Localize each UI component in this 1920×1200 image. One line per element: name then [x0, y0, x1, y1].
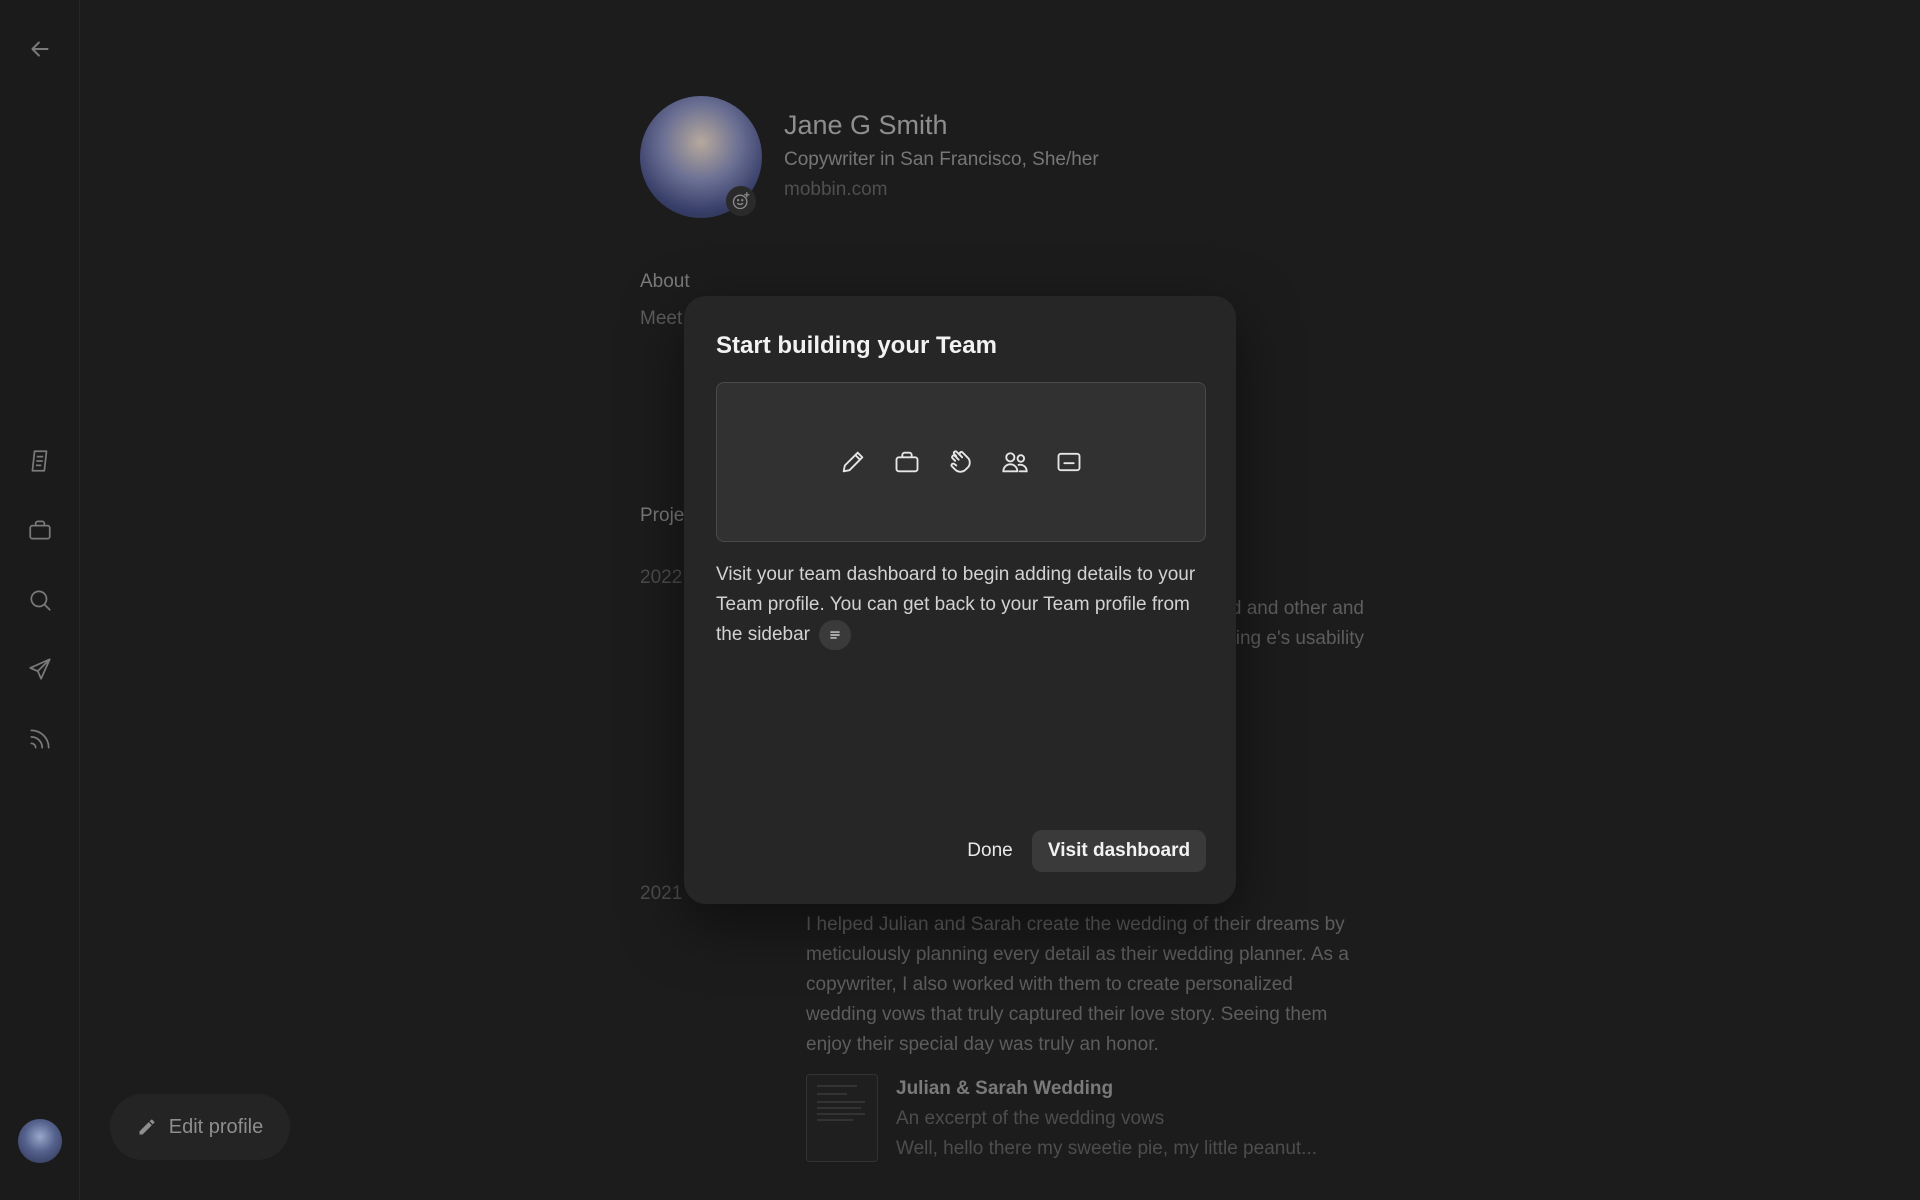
search-icon[interactable] [20, 580, 60, 620]
briefcase-icon [893, 448, 921, 476]
hand-wave-icon [947, 448, 975, 476]
team-modal: Start building your Team Visit your team… [684, 296, 1236, 904]
about-heading: About [640, 271, 690, 292]
visit-dashboard-button[interactable]: Visit dashboard [1032, 830, 1206, 872]
send-icon[interactable] [20, 649, 60, 689]
document-icon[interactable] [20, 441, 60, 481]
project-description: I helped Julian and Sarah create the wed… [806, 914, 1349, 1055]
edit-profile-button[interactable]: Edit profile [110, 1094, 290, 1160]
profile-subtitle: Copywriter in San Francisco, She/her [784, 149, 1099, 170]
people-icon [1001, 448, 1029, 476]
attachment-thumbnail[interactable] [806, 1074, 878, 1162]
pencil-icon [839, 448, 867, 476]
feature-icons-panel [716, 382, 1206, 542]
pencil-icon [137, 1117, 157, 1137]
modal-title: Start building your Team [716, 332, 997, 359]
profile-name: Jane G Smith [784, 110, 948, 140]
attachment-subtitle: An excerpt of the wedding vows [896, 1108, 1165, 1129]
user-avatar[interactable] [18, 1119, 62, 1163]
back-arrow-icon[interactable] [20, 29, 60, 69]
card-icon [1055, 448, 1083, 476]
emoji-add-icon[interactable] [726, 186, 756, 216]
briefcase-icon[interactable] [20, 510, 60, 550]
done-button[interactable]: Done [940, 830, 1040, 872]
projects-heading: Proje [640, 505, 685, 526]
edit-profile-label: Edit profile [168, 1115, 264, 1138]
attachment-snippet: Well, hello there my sweetie pie, my lit… [896, 1138, 1318, 1159]
attachment-title[interactable]: Julian & Sarah Wedding [896, 1078, 1113, 1100]
project-year: 2021 [640, 883, 683, 904]
modal-body-text: Visit your team dashboard to begin addin… [716, 564, 1196, 646]
profile-website-link[interactable]: mobbin.com [784, 179, 888, 201]
sidebar-menu-icon [819, 620, 852, 650]
modal-body: Visit your team dashboard to begin addin… [716, 560, 1206, 650]
sidebar [0, 0, 80, 1200]
project-year: 2022 [640, 567, 683, 588]
feed-icon[interactable] [20, 719, 60, 759]
